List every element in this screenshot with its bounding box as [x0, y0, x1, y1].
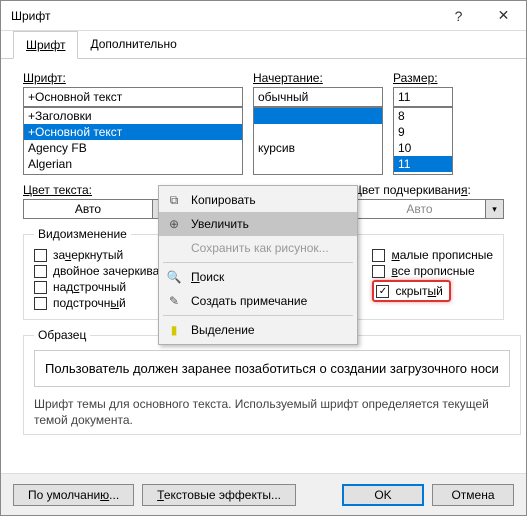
size-list-item[interactable]: 8	[394, 108, 452, 124]
size-list[interactable]: 8 9 10 11 12	[393, 107, 453, 175]
chevron-down-icon[interactable]: ▾	[486, 199, 504, 219]
allcaps-checkbox[interactable]: все прописные	[372, 263, 493, 279]
tab-bar: Шрифт Дополнительно	[1, 31, 526, 59]
style-list-item[interactable]: курсив	[254, 140, 382, 156]
font-list-item[interactable]: +Основной текст	[24, 124, 242, 140]
text-color-dropdown[interactable]: Авто ▾	[23, 199, 171, 219]
dialog-content: Шрифт: +Основной текст +Заголовки +Основ…	[1, 59, 526, 435]
font-list-item[interactable]: Algerian	[24, 156, 242, 172]
copy-icon: ⧉	[165, 193, 183, 208]
text-effects-button[interactable]: Текстовые эффекты...	[142, 484, 296, 506]
separator	[163, 315, 353, 316]
font-list-item[interactable]: +Заголовки	[24, 108, 242, 124]
size-list-item[interactable]: 9	[394, 124, 452, 140]
underline-color-dropdown[interactable]: Авто ▾	[353, 199, 504, 219]
effects-legend: Видоизменение	[34, 227, 131, 241]
style-list[interactable]: курсив	[253, 107, 383, 175]
font-list-item[interactable]: Arial	[24, 172, 242, 175]
sample-legend: Образец	[34, 328, 90, 342]
window-title: Шрифт	[1, 9, 436, 23]
cancel-button[interactable]: Отмена	[432, 484, 514, 506]
style-list-item[interactable]	[254, 124, 382, 140]
search-icon: 🔍	[165, 270, 183, 284]
ctx-search[interactable]: 🔍Поиск	[159, 265, 357, 289]
ok-button[interactable]: OK	[342, 484, 424, 506]
font-list[interactable]: +Заголовки +Основной текст Agency FB Alg…	[23, 107, 243, 175]
zoom-icon: ⊕	[165, 217, 183, 231]
ctx-highlight[interactable]: ▮Выделение	[159, 318, 357, 342]
separator	[163, 262, 353, 263]
font-label: Шрифт:	[23, 69, 66, 87]
close-button[interactable]: ✕	[481, 1, 526, 30]
style-input[interactable]: обычный	[253, 87, 383, 107]
size-list-item[interactable]: 10	[394, 140, 452, 156]
sample-preview: Пользователь должен заранее позаботиться…	[34, 350, 510, 387]
font-input[interactable]: +Основной текст	[23, 87, 243, 107]
ctx-new-comment[interactable]: ✎Создать примечание	[159, 289, 357, 313]
titlebar: Шрифт ? ✕	[1, 1, 526, 31]
size-list-item[interactable]: 11	[394, 156, 452, 172]
ctx-copy[interactable]: ⧉Копировать	[159, 188, 357, 212]
ctx-save-image[interactable]: Сохранить как рисунок...	[159, 236, 357, 260]
font-list-item[interactable]: Agency FB	[24, 140, 242, 156]
dialog-footer: По умолчанию... Текстовые эффекты... OK …	[1, 473, 526, 515]
ctx-zoom[interactable]: ⊕Увеличить	[159, 212, 357, 236]
size-input[interactable]: 11	[393, 87, 453, 107]
style-list-item[interactable]	[254, 108, 382, 124]
size-label: Размер:	[393, 69, 438, 87]
checkmark-icon: ✓	[376, 285, 389, 298]
underline-color-label: Цвет подчеркивания:	[353, 181, 471, 199]
style-label: Начертание:	[253, 69, 323, 87]
highlight-icon: ▮	[165, 323, 183, 337]
theme-hint: Шрифт темы для основного текста. Использ…	[34, 393, 510, 428]
tab-font[interactable]: Шрифт	[13, 31, 78, 59]
help-button[interactable]: ?	[436, 1, 481, 30]
context-menu: ⧉Копировать ⊕Увеличить Сохранить как рис…	[158, 185, 358, 345]
underline-color-value: Авто	[353, 199, 486, 219]
hidden-checkbox[interactable]: ✓ скрытый	[372, 279, 493, 303]
text-color-label: Цвет текста:	[23, 181, 92, 199]
set-default-button[interactable]: По умолчанию...	[13, 484, 134, 506]
comment-icon: ✎	[165, 294, 183, 308]
size-list-item[interactable]: 12	[394, 172, 452, 175]
tab-advanced[interactable]: Дополнительно	[78, 31, 188, 58]
font-dialog: Шрифт ? ✕ Шрифт Дополнительно Шрифт: +Ос…	[0, 0, 527, 516]
text-color-value: Авто	[23, 199, 153, 219]
smallcaps-checkbox[interactable]: малые прописные	[372, 247, 493, 263]
